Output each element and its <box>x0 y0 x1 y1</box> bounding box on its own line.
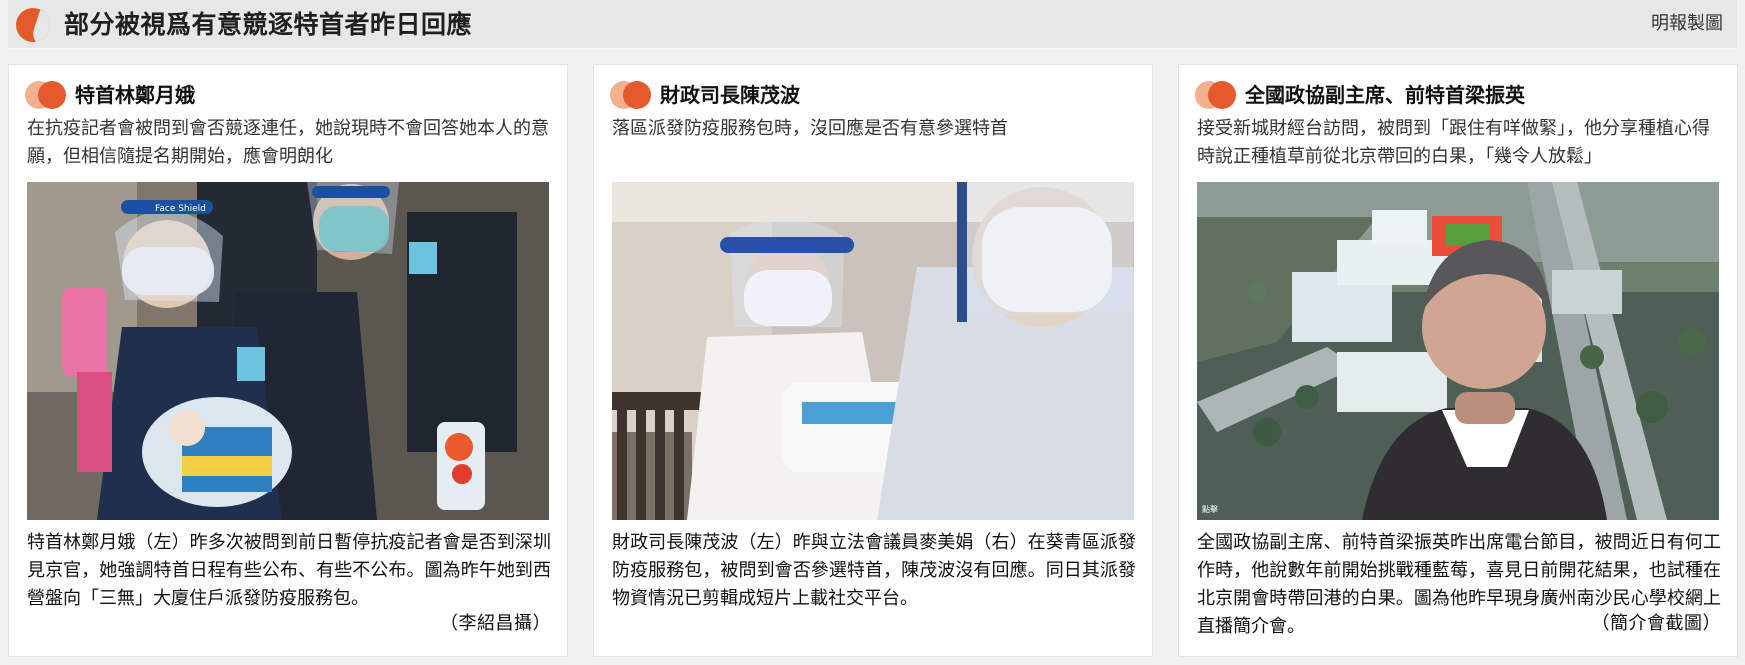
card-summary: 落區派發防疫服務包時，沒回應是否有意參選特首 <box>612 118 1008 139</box>
section-bullet-icon <box>25 81 69 109</box>
card-summary: 在抗疫記者會被問到會否競逐連任，她說現時不會回答她本人的意願，但相信隨提名期開始… <box>27 118 549 167</box>
page-title: 部分被視爲有意競逐特首者昨日回應 <box>64 10 473 39</box>
photo-caption: 財政司長陳茂波（左）昨與立法會議員麥美娟（右）在葵青區派發防疫服務包，被問到會否… <box>612 532 1136 609</box>
section-bullet-icon <box>610 81 654 109</box>
video-overlay-label: 點擊 <box>1202 504 1218 514</box>
face-shield-label: Face Shield <box>155 204 206 214</box>
profile-card-paul-chan: 財政司長陳茂波 落區派發防疫服務包時，沒回應是否有意參選特首 財政司長陳茂波（左… <box>593 64 1153 657</box>
card-summary: 接受新城財經台訪問，被問到「跟住有咩做緊」，他分享種植心得時說正種植草前從北京帶… <box>1197 118 1710 167</box>
photo-credit: （李紹昌攝） <box>440 613 551 634</box>
news-photo <box>612 182 1134 520</box>
graphic-credit: 明報製圖 <box>1651 13 1723 34</box>
profile-card-cy-leung: 全國政協副主席、前特首梁振英 接受新城財經台訪問，被問到「跟住有咩做緊」，他分享… <box>1178 64 1738 657</box>
photo-caption: 特首林鄭月娥（左）昨多次被問到前日暫停抗疫記者會是否到深圳見京官，她強調特首日程… <box>27 532 551 609</box>
profile-card-carrie-lam: 特首林鄭月娥 在抗疫記者會被問到會否競逐連任，她說現時不會回答她本人的意願，但相… <box>8 64 568 657</box>
section-bullet-icon <box>1195 81 1239 109</box>
news-photo: Face Shield <box>27 182 549 520</box>
header-bullet-icon <box>16 8 50 42</box>
header-bar: 部分被視爲有意競逐特首者昨日回應 明報製圖 <box>8 0 1737 50</box>
card-name: 特首林鄭月娥 <box>75 83 195 107</box>
card-name: 全國政協副主席、前特首梁振英 <box>1245 83 1525 107</box>
photo-credit: （簡介會截圖） <box>1591 613 1721 634</box>
news-photo: 點擊 <box>1197 182 1719 520</box>
news-graphic: 部分被視爲有意競逐特首者昨日回應 明報製圖 特首林鄭月娥 在抗疫記者會被問到會否… <box>0 0 1745 665</box>
card-name: 財政司長陳茂波 <box>660 83 800 107</box>
